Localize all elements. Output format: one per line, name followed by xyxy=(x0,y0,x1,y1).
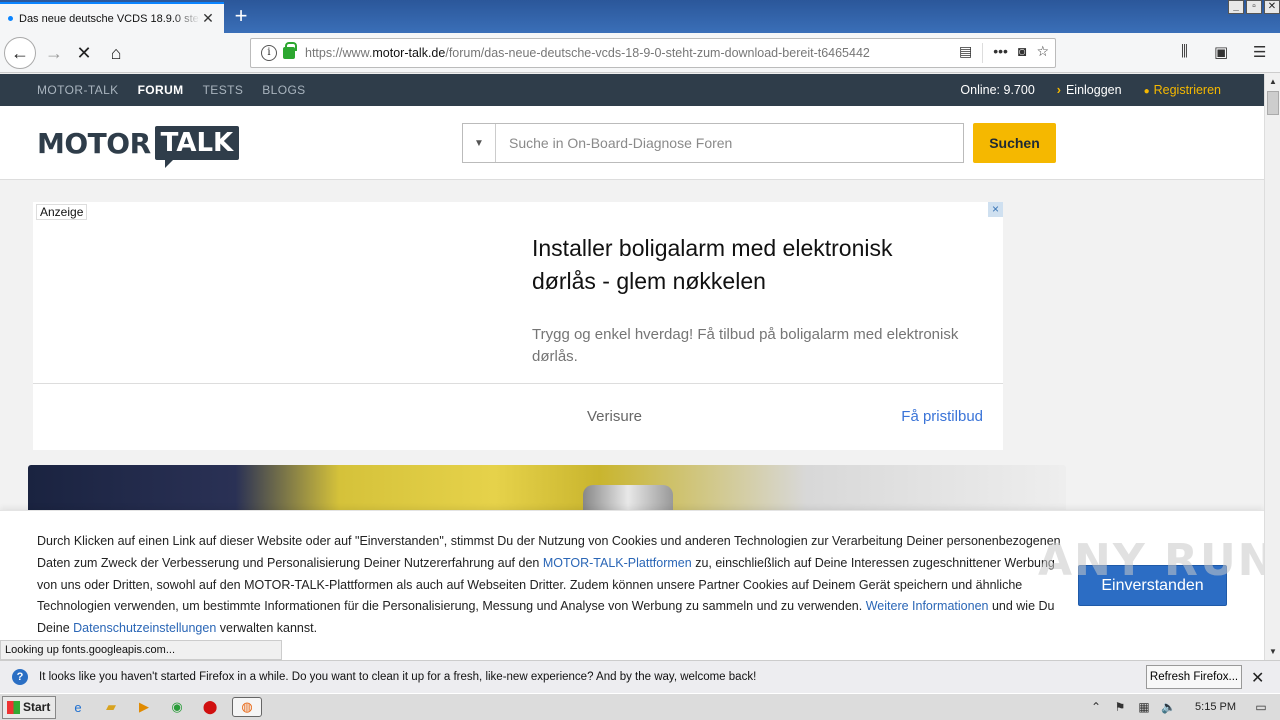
ad-label: Anzeige xyxy=(36,204,88,220)
media-player-icon[interactable]: ▶ xyxy=(133,697,155,717)
maximize-button[interactable]: ▫ xyxy=(1246,0,1262,14)
windows-logo-icon xyxy=(7,700,20,714)
page-scrollbar[interactable]: ▲ ▼ xyxy=(1264,74,1280,660)
url-bar[interactable]: i https://www.motor-talk.de/forum/das-ne… xyxy=(250,38,1056,68)
search-input[interactable] xyxy=(496,124,963,162)
chevron-down-icon: ▼ xyxy=(474,137,484,149)
firefox-taskbar-icon[interactable]: ◍ xyxy=(232,697,262,717)
site-info-icon[interactable]: i xyxy=(261,45,277,61)
register-link[interactable]: Registrieren xyxy=(1144,83,1221,97)
status-bar: Looking up fonts.googleapis.com... xyxy=(0,640,282,660)
show-hidden-icons-icon[interactable]: ⌃ xyxy=(1089,700,1103,714)
scroll-thumb[interactable] xyxy=(1267,91,1279,115)
cookie-text: Durch Klicken auf einen Link auf dieser … xyxy=(37,534,1061,636)
refresh-firefox-button[interactable]: Refresh Firefox... xyxy=(1146,665,1242,689)
show-desktop-icon[interactable]: ▭ xyxy=(1254,700,1268,714)
menu-icon[interactable]: ☰ xyxy=(1253,43,1266,61)
loading-dot-icon xyxy=(8,16,13,21)
search-button[interactable]: Suchen xyxy=(973,123,1056,163)
close-window-button[interactable]: ✕ xyxy=(1264,0,1280,14)
stop-button[interactable]: ✕ xyxy=(68,37,100,69)
scroll-up-icon[interactable]: ▲ xyxy=(1265,74,1280,90)
system-tray: ⌃ ⚑ ▦ 🔈 5:15 PM ▭ xyxy=(1089,694,1280,720)
more-info-link[interactable]: Weitere Informationen xyxy=(866,599,989,613)
platforms-link[interactable]: MOTOR-TALK-Plattformen xyxy=(543,556,692,570)
notification-message: It looks like you haven't started Firefo… xyxy=(39,671,757,683)
motor-talk-logo[interactable]: MOTOR TALK xyxy=(37,126,240,168)
anyrun-watermark: ANY RUN xyxy=(1038,535,1277,586)
pocket-icon[interactable]: ◙ xyxy=(1018,43,1026,63)
online-count: Online: 9.700 xyxy=(960,83,1035,97)
reader-view-icon[interactable]: ▤ xyxy=(959,43,972,63)
start-button[interactable]: Start xyxy=(2,695,56,719)
scroll-down-icon[interactable]: ▼ xyxy=(1265,644,1280,660)
clock[interactable]: 5:15 PM xyxy=(1195,701,1236,713)
home-button[interactable]: ⌂ xyxy=(100,37,132,69)
nav-motor-talk[interactable]: MOTOR-TALK xyxy=(37,83,119,97)
back-button[interactable]: ← xyxy=(4,37,36,69)
nav-blogs[interactable]: BLOGS xyxy=(262,83,305,97)
notification-close-icon[interactable]: ✕ xyxy=(1251,668,1264,688)
tab-bar: Das neue deutsche VCDS 18.9.0 steht ✕ + … xyxy=(0,0,1280,33)
volume-icon[interactable]: 🔈 xyxy=(1161,700,1176,714)
lock-icon xyxy=(283,42,297,59)
tab-close-icon[interactable]: ✕ xyxy=(200,10,216,27)
site-top-nav: MOTOR-TALK FORUM TESTS BLOGS Online: 9.7… xyxy=(0,74,1264,106)
opera-icon[interactable]: ⬤ xyxy=(199,697,221,717)
new-tab-button[interactable]: + xyxy=(228,4,254,30)
advertisement[interactable]: Anzeige × Installer boligalarm med elekt… xyxy=(33,202,1003,450)
ad-divider xyxy=(33,383,1003,384)
navigation-toolbar: ← → ✕ ⌂ i https://www.motor-talk.de/foru… xyxy=(0,33,1280,73)
ad-close-icon[interactable]: × xyxy=(988,202,1003,217)
login-link[interactable]: Einloggen xyxy=(1057,83,1122,97)
browser-tab[interactable]: Das neue deutsche VCDS 18.9.0 steht ✕ xyxy=(0,2,224,33)
internet-explorer-icon[interactable]: e xyxy=(67,697,89,717)
sidebar-icon[interactable]: ▣ xyxy=(1214,43,1228,61)
url-text[interactable]: https://www.motor-talk.de/forum/das-neue… xyxy=(305,46,925,60)
network-icon[interactable]: ▦ xyxy=(1137,700,1151,714)
ad-headline[interactable]: Installer boligalarm med elektronisk dør… xyxy=(532,232,952,298)
ad-body: Trygg og enkel hverdag! Få tilbud på bol… xyxy=(532,326,959,365)
minimize-button[interactable]: _ xyxy=(1228,0,1244,14)
action-center-flag-icon[interactable]: ⚑ xyxy=(1113,700,1127,714)
nav-forum[interactable]: FORUM xyxy=(138,83,184,97)
privacy-settings-link[interactable]: Datenschutzeinstellungen xyxy=(73,621,216,635)
forward-button[interactable]: → xyxy=(38,37,70,69)
library-icon[interactable]: ⫼ xyxy=(1181,43,1188,60)
firefox-notification-bar: ? It looks like you haven't started Fire… xyxy=(0,660,1280,693)
ad-advertiser: Verisure xyxy=(587,408,643,425)
tab-title: Das neue deutsche VCDS 18.9.0 steht xyxy=(19,12,200,25)
site-header: MOTOR TALK ▼ Suchen xyxy=(0,106,1264,180)
chrome-icon[interactable]: ◉ xyxy=(166,697,188,717)
nav-tests[interactable]: TESTS xyxy=(203,83,244,97)
windows-taskbar: Start e ▰ ▶ ◉ ⬤ ◍ ⌃ ⚑ ▦ 🔈 5:15 PM ▭ xyxy=(0,693,1280,720)
search-scope-dropdown[interactable]: ▼ xyxy=(463,124,496,162)
window-controls: _ ▫ ✕ xyxy=(1228,0,1280,14)
bookmark-star-icon[interactable]: ☆ xyxy=(1036,43,1049,63)
page-actions-icon[interactable]: ••• xyxy=(993,43,1008,63)
explorer-folder-icon[interactable]: ▰ xyxy=(100,697,122,717)
search-box: ▼ xyxy=(462,123,964,163)
ad-cta-link[interactable]: Få pristilbud xyxy=(901,408,983,425)
question-icon: ? xyxy=(12,669,28,685)
